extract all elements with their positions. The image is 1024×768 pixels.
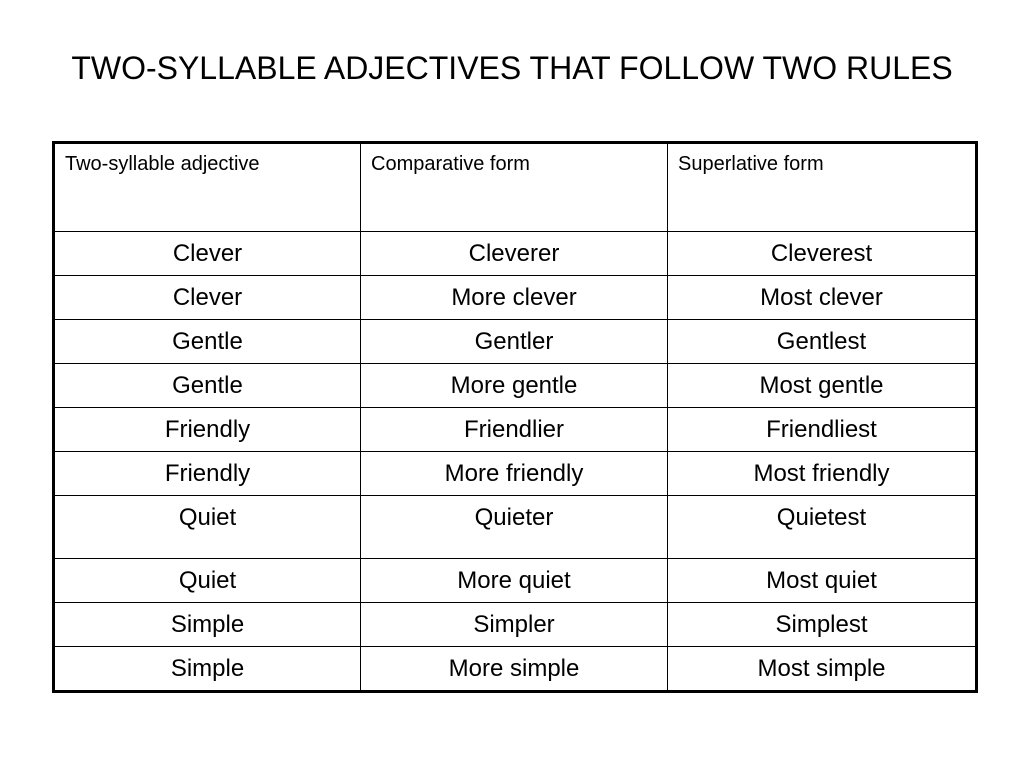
cell-comparative: Gentler [360, 319, 668, 364]
table-row: Clever More clever Most clever [53, 275, 977, 320]
cell-superlative: Cleverest [667, 231, 977, 276]
cell-superlative: Most quiet [667, 558, 977, 603]
cell-adjective: Friendly [53, 451, 361, 496]
table-row: Friendly Friendlier Friendliest [53, 407, 977, 452]
cell-superlative: Most clever [667, 275, 977, 320]
table-row: Quiet Quieter Quietest [53, 495, 977, 559]
cell-comparative: Cleverer [360, 231, 668, 276]
cell-adjective: Quiet [53, 558, 361, 603]
cell-comparative: More clever [360, 275, 668, 320]
table-row: Simple Simpler Simplest [53, 602, 977, 647]
table-row: Clever Cleverer Cleverest [53, 231, 977, 276]
cell-adjective: Gentle [53, 363, 361, 408]
cell-comparative: More simple [360, 646, 668, 692]
header-superlative: Superlative form [667, 142, 977, 232]
cell-adjective: Clever [53, 275, 361, 320]
table-row: Friendly More friendly Most friendly [53, 451, 977, 496]
cell-comparative: More gentle [360, 363, 668, 408]
header-comparative: Comparative form [360, 142, 668, 232]
cell-comparative: More friendly [360, 451, 668, 496]
cell-comparative: Friendlier [360, 407, 668, 452]
cell-superlative: Gentlest [667, 319, 977, 364]
table-row: Quiet More quiet Most quiet [53, 558, 977, 603]
adjective-table: Two-syllable adjective Comparative form … [52, 141, 978, 693]
cell-superlative: Quietest [667, 495, 977, 559]
cell-comparative: Simpler [360, 602, 668, 647]
cell-superlative: Simplest [667, 602, 977, 647]
table-row: Gentle More gentle Most gentle [53, 363, 977, 408]
cell-adjective: Quiet [53, 495, 361, 559]
cell-adjective: Gentle [53, 319, 361, 364]
header-adjective: Two-syllable adjective [53, 142, 361, 232]
cell-superlative: Most simple [667, 646, 977, 692]
table-header-row: Two-syllable adjective Comparative form … [53, 142, 977, 232]
cell-superlative: Friendliest [667, 407, 977, 452]
page-title: TWO-SYLLABLE ADJECTIVES THAT FOLLOW TWO … [71, 50, 953, 86]
cell-comparative: More quiet [360, 558, 668, 603]
cell-superlative: Most gentle [667, 363, 977, 408]
cell-comparative: Quieter [360, 495, 668, 559]
cell-adjective: Friendly [53, 407, 361, 452]
cell-superlative: Most friendly [667, 451, 977, 496]
cell-adjective: Simple [53, 646, 361, 692]
cell-adjective: Simple [53, 602, 361, 647]
table-row: Gentle Gentler Gentlest [53, 319, 977, 364]
cell-adjective: Clever [53, 231, 361, 276]
table-row: Simple More simple Most simple [53, 646, 977, 692]
